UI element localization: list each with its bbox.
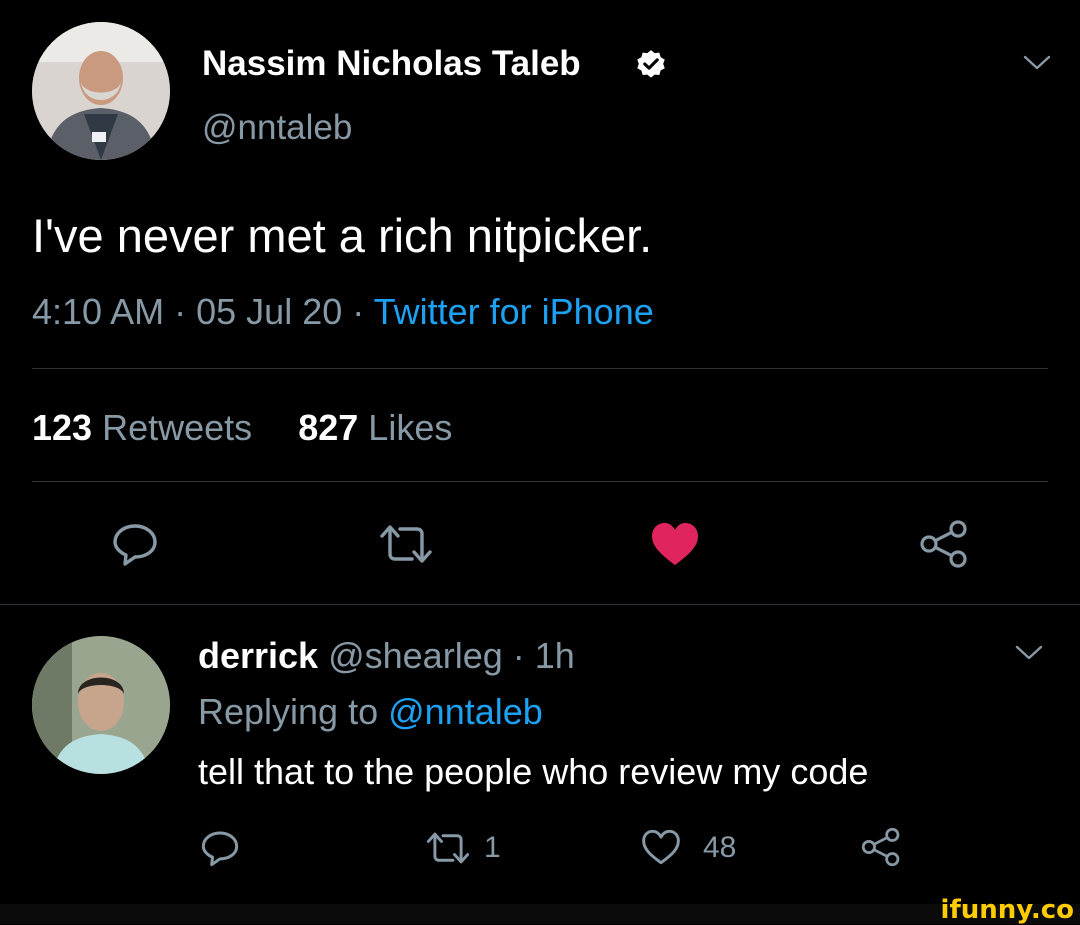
share-icon[interactable] bbox=[860, 826, 902, 868]
tweet-time: 4:10 AM bbox=[32, 291, 165, 332]
retweet-icon[interactable] bbox=[425, 830, 471, 866]
avatar-nntaleb[interactable] bbox=[32, 22, 170, 160]
replying-to-handle-link[interactable]: @nntaleb bbox=[388, 691, 543, 732]
tweet-source-link[interactable]: Twitter for iPhone bbox=[374, 291, 654, 332]
heart-icon[interactable] bbox=[650, 521, 700, 567]
share-icon[interactable] bbox=[918, 518, 970, 570]
retweet-count: 123 bbox=[32, 407, 93, 448]
tweet-text: I've never met a rich nitpicker. bbox=[32, 209, 653, 262]
ifunny-watermark: ifunny.co bbox=[940, 895, 1074, 925]
author-name[interactable]: Nassim Nicholas Taleb bbox=[202, 44, 581, 84]
reply-text: tell that to the people who review my co… bbox=[198, 751, 869, 792]
reply-age: 1h bbox=[534, 635, 575, 676]
verified-badge-icon bbox=[634, 48, 668, 82]
retweets-stat[interactable]: 123 Retweets bbox=[32, 407, 262, 448]
divider bbox=[32, 481, 1048, 482]
reply-retweet-count: 1 bbox=[484, 831, 501, 864]
reply-header: derrick @shearleg · 1h bbox=[198, 634, 575, 678]
divider bbox=[0, 604, 1080, 605]
avatar-shearleg[interactable] bbox=[32, 636, 170, 774]
author-handle[interactable]: @nntaleb bbox=[202, 108, 352, 148]
tweet-meta: 4:10 AM · 05 Jul 20 · Twitter for iPhone bbox=[32, 290, 654, 334]
reply-icon[interactable] bbox=[111, 520, 159, 568]
divider bbox=[32, 368, 1048, 369]
meta-separator: · bbox=[512, 635, 525, 676]
meta-separator: · bbox=[352, 291, 365, 332]
like-label: Likes bbox=[368, 407, 453, 448]
chevron-down-icon[interactable] bbox=[1014, 644, 1044, 662]
retweet-label: Retweets bbox=[102, 407, 253, 448]
reply-icon[interactable] bbox=[200, 828, 240, 868]
reply-like-count: 48 bbox=[703, 831, 737, 864]
author-display-name[interactable]: Nassim Nicholas Taleb bbox=[202, 44, 581, 83]
footer-bar bbox=[0, 904, 1080, 924]
tweet-date: 05 Jul 20 bbox=[196, 291, 343, 332]
reply-author-name[interactable]: derrick bbox=[198, 635, 318, 676]
like-count: 827 bbox=[298, 407, 359, 448]
chevron-down-icon[interactable] bbox=[1022, 54, 1052, 72]
replying-to-label: Replying to bbox=[198, 691, 379, 732]
replying-to: Replying to @nntaleb bbox=[198, 690, 543, 734]
meta-separator: · bbox=[174, 291, 187, 332]
retweet-icon[interactable] bbox=[378, 522, 434, 566]
likes-stat[interactable]: 827 Likes bbox=[298, 407, 452, 448]
heart-icon[interactable] bbox=[640, 828, 682, 866]
tweet-stats: 123 Retweets 827 Likes bbox=[32, 406, 452, 450]
reply-author-handle[interactable]: @shearleg bbox=[328, 635, 503, 676]
